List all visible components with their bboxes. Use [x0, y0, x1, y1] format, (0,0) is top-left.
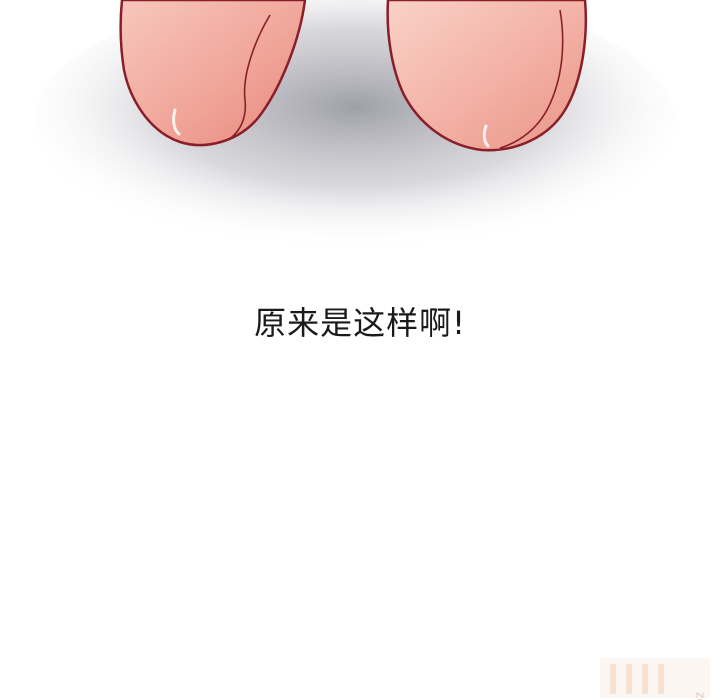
feet-illustration: [35, 0, 675, 250]
watermark-text: m.bz: [692, 692, 706, 700]
speech-caption: 原来是这样啊!: [254, 304, 466, 342]
watermark: m.bz: [600, 654, 710, 700]
comic-panel: 原来是这样啊! m.bz: [0, 0, 720, 700]
